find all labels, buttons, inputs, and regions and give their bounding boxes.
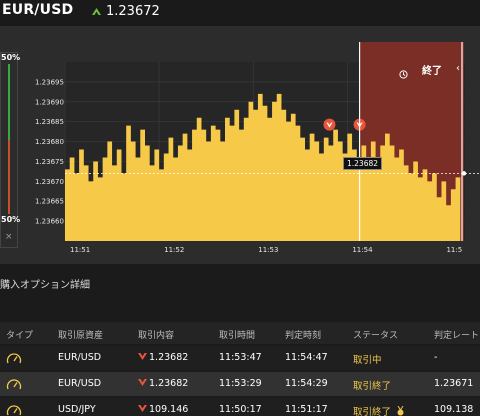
trading-screen: EUR/USD 1.23672 50% 50% × 1.23695 1.23690… (0, 0, 480, 416)
row-content: 109.146 (149, 404, 189, 415)
gauge-icon (6, 350, 22, 369)
y-tick-label: 1.23675 (35, 158, 64, 166)
gauge-icon (6, 376, 22, 395)
x-tick-label: 11:54 (352, 246, 373, 254)
row-rate: - (434, 352, 438, 363)
row-rate: 1.23671 (434, 378, 474, 389)
win-medal-icon (396, 405, 405, 416)
details-title: 購入オプション詳細 (0, 280, 90, 291)
row-trade-time: 11:53:29 (219, 378, 262, 389)
table-header: タイプ 取引原資産 取引内容 取引時間 判定時刻 ステータス 判定レート (0, 322, 480, 344)
down-arrow-icon (138, 404, 147, 415)
marker-circle (323, 118, 336, 131)
x-tick-label: 11:52 (164, 246, 184, 254)
price-chart: 1.23695 1.23690 1.23685 1.23680 1.23675 1.236… (35, 42, 480, 254)
row-content-wrap: 109.146 (138, 404, 188, 415)
x-tick-label: 11:53 (258, 246, 278, 254)
down-arrow-icon (138, 378, 147, 389)
row-judge-time: 11:54:29 (285, 378, 328, 389)
x-tick-label: 11:5 (446, 246, 462, 254)
row-asset: USD/JPY (58, 404, 96, 415)
current-rate-tag: 1.23682 (343, 157, 383, 170)
col-rate: 判定レート (434, 331, 480, 341)
row-trade-time: 11:50:17 (219, 404, 262, 415)
y-tick-label: 1.23680 (35, 138, 64, 146)
col-asset: 取引原資産 (58, 331, 104, 341)
row-status-text: 取引終了 (353, 407, 392, 416)
chevron-left-icon[interactable]: ‹ (456, 63, 460, 74)
x-ticks: 11:51 11:52 11:53 11:54 11:5 (70, 246, 462, 254)
row-judge-time: 11:54:47 (285, 352, 328, 363)
col-trade-time: 取引時間 (219, 331, 256, 341)
table-row[interactable]: EUR/USD 1.23682 11:53:29 11:54:29 取引終了 1… (0, 372, 480, 396)
row-rate: 109.138 (434, 404, 474, 415)
row-content: 1.23682 (149, 378, 189, 389)
y-tick-label: 1.23695 (35, 78, 64, 86)
row-content-wrap: 1.23682 (138, 378, 188, 389)
down-arrow-icon (138, 352, 147, 363)
col-type: タイプ (6, 331, 34, 341)
x-tick-label: 11:51 (70, 246, 90, 254)
end-label: 終了 (422, 66, 442, 77)
y-tick-label: 1.23660 (35, 218, 64, 226)
clock-icon (399, 64, 408, 83)
row-judge-time: 11:51:17 (285, 404, 328, 415)
down-arrow-icon (323, 118, 336, 131)
col-status: ステータス (353, 331, 399, 341)
row-status: 取引終了 (353, 381, 392, 392)
y-tick-label: 1.23685 (35, 118, 64, 126)
col-judge-time: 判定時刻 (285, 331, 322, 341)
current-price-dot (461, 171, 467, 176)
table-row[interactable]: USD/JPY 109.146 11:50:17 11:51:17 取引終了 1… (0, 398, 480, 416)
y-tick-label: 1.23690 (35, 98, 64, 106)
y-ticks: 1.23695 1.23690 1.23685 1.23680 1.23675 1.236… (35, 78, 64, 225)
row-status: 取引終了 (353, 404, 405, 416)
row-status: 取引中 (353, 355, 382, 366)
row-asset: EUR/USD (58, 378, 102, 389)
y-tick-label: 1.23670 (35, 178, 64, 186)
row-asset: EUR/USD (58, 352, 102, 363)
row-content: 1.23682 (149, 352, 189, 363)
y-tick-label: 1.23665 (35, 198, 64, 206)
row-content-wrap: 1.23682 (138, 352, 188, 363)
row-trade-time: 11:53:47 (219, 352, 262, 363)
col-content: 取引内容 (138, 331, 175, 341)
table-row[interactable]: EUR/USD 1.23682 11:53:47 11:54:47 取引中 - (0, 346, 480, 370)
gauge-icon (6, 402, 22, 416)
